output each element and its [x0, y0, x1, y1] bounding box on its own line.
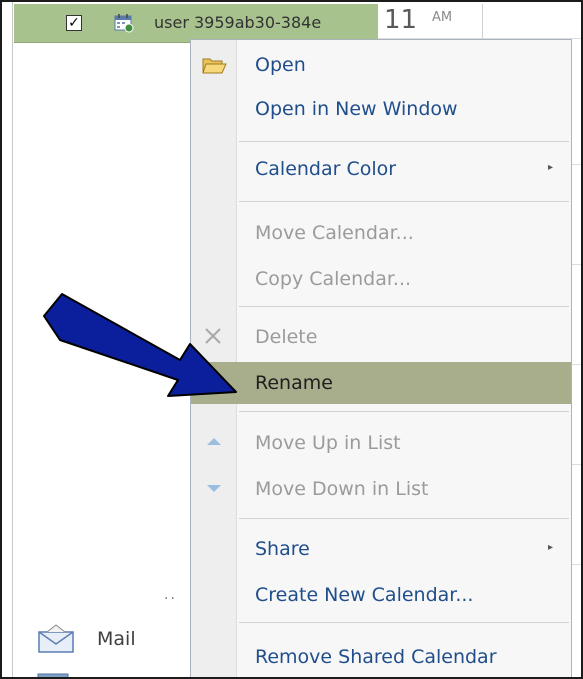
menu-item-calendar-color[interactable]: Calendar Color ▸: [191, 148, 571, 190]
navigation-panel: [2, 2, 12, 677]
menu-item-delete[interactable]: Delete: [191, 316, 571, 358]
menu-separator: [239, 201, 569, 202]
move-up-icon: [207, 438, 221, 445]
menu-item-label: Create New Calendar...: [255, 584, 474, 606]
menu-item-open[interactable]: Open: [191, 44, 571, 86]
menu-item-move-up[interactable]: Move Up in List: [191, 422, 571, 464]
submenu-arrow-icon: ▸: [548, 542, 554, 553]
menu-item-label: Open: [255, 54, 306, 76]
menu-item-move-down[interactable]: Move Down in List: [191, 468, 571, 510]
menu-item-label: Rename: [255, 372, 333, 394]
time-ampm: AM: [432, 10, 453, 25]
menu-separator: [239, 622, 569, 623]
calendar-nav-icon[interactable]: [36, 672, 70, 679]
annotation-arrow-icon: [43, 293, 237, 397]
menu-item-label: Copy Calendar...: [255, 268, 412, 290]
menu-item-label: Calendar Color: [255, 158, 397, 180]
menu-separator: [239, 518, 569, 519]
menu-item-share[interactable]: Share ▸: [191, 528, 571, 570]
menu-item-label: Share: [255, 538, 310, 560]
calendar-name: user 3959ab30-384e: [154, 13, 322, 32]
menu-item-open-new-window[interactable]: Open in New Window: [191, 88, 571, 130]
mail-icon: [38, 624, 74, 653]
menu-item-label: Move Calendar...: [255, 222, 414, 244]
submenu-arrow-icon: ▸: [548, 162, 554, 173]
menu-item-label: Delete: [255, 326, 318, 348]
navigation-border: [12, 2, 13, 677]
menu-separator: [239, 306, 569, 307]
time-slot-label: 11 AM: [378, 4, 483, 38]
screenshot-frame: 11 AM ✓ user 3959ab30-384e Open Open in …: [0, 0, 583, 679]
open-folder-icon: [202, 58, 227, 74]
calendar-checkbox[interactable]: ✓: [66, 15, 82, 31]
menu-item-label: Move Up in List: [255, 432, 401, 454]
mail-nav-button[interactable]: Mail: [37, 620, 187, 660]
menu-item-create-new-calendar[interactable]: Create New Calendar...: [191, 574, 571, 616]
move-down-icon: [207, 485, 221, 492]
menu-item-rename[interactable]: Rename: [191, 362, 571, 404]
menu-item-remove-shared-calendar[interactable]: Remove Shared Calendar: [191, 636, 571, 677]
menu-separator: [239, 411, 569, 412]
menu-item-label: Remove Shared Calendar: [255, 646, 497, 668]
time-hour: 11: [384, 5, 418, 35]
menu-item-label: Move Down in List: [255, 478, 429, 500]
calendar-icon: [114, 14, 134, 33]
mail-label: Mail: [97, 628, 136, 650]
menu-separator: [239, 141, 569, 142]
context-menu: Open Open in New Window Calendar Color ▸…: [190, 39, 572, 677]
menu-item-copy-calendar[interactable]: Copy Calendar...: [191, 258, 571, 300]
menu-item-label: Open in New Window: [255, 98, 458, 120]
menu-item-move-calendar[interactable]: Move Calendar...: [191, 212, 571, 254]
overflow-dots[interactable]: ··: [164, 591, 177, 607]
calendar-list-item-selected[interactable]: ✓ user 3959ab30-384e: [14, 4, 378, 43]
